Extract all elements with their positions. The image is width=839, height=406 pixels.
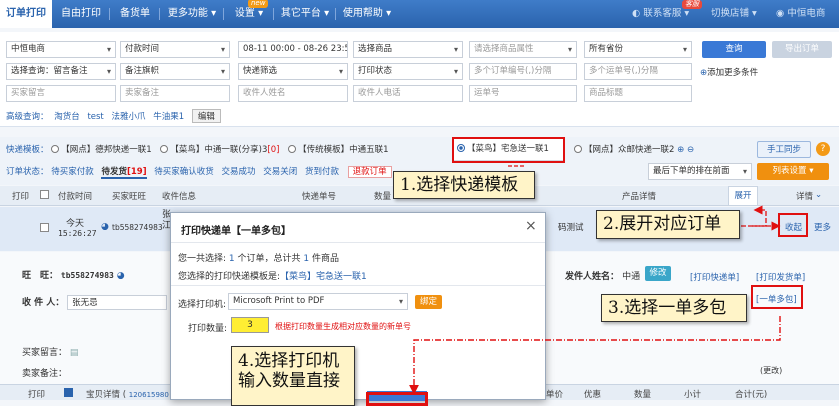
callout-step3-text: 3.选择一单多包 [608, 298, 727, 318]
callout-step4-line1: 4.选择打印机 [238, 351, 340, 371]
callout-step1-text: 1.选择快递模板 [400, 175, 519, 195]
annotation-arrows [409, 165, 781, 395]
highlight-collapse [778, 213, 808, 237]
callout-step2-text: 2.展开对应订单 [603, 214, 722, 234]
callout-step4: 4.选择打印机 输入数量直接 [231, 346, 355, 406]
highlight-print-button [366, 392, 428, 406]
highlight-multi-package [751, 285, 803, 309]
step2-arrow [741, 205, 767, 227]
callout-step1: 1.选择快递模板 [393, 171, 535, 199]
step3-arrow [409, 316, 781, 395]
highlight-template [452, 137, 565, 163]
callout-step3: 3.选择一单多包 [601, 294, 747, 322]
callout-step4-line2: 输入数量直接 [238, 371, 340, 391]
callout-step2: 2.展开对应订单 [596, 210, 740, 239]
